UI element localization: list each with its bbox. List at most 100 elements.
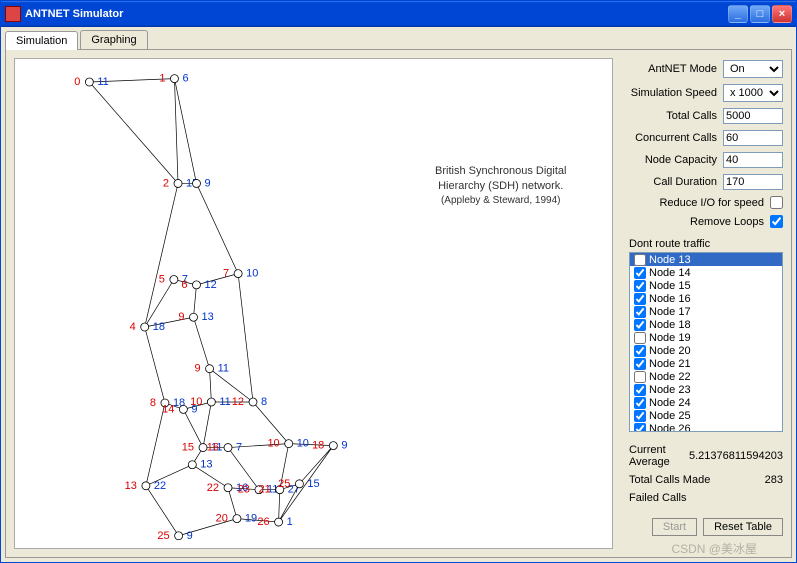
svg-text:7: 7	[236, 442, 242, 454]
total-calls-label: Total Calls	[629, 110, 717, 122]
svg-text:19: 19	[245, 513, 257, 525]
speed-select[interactable]: x 1000	[723, 84, 783, 102]
node-label: Node 14	[649, 267, 691, 279]
node-label: Node 15	[649, 280, 691, 292]
svg-text:10: 10	[246, 268, 258, 280]
svg-text:9: 9	[187, 530, 193, 542]
svg-text:15: 15	[182, 442, 194, 454]
svg-text:14: 14	[162, 403, 174, 415]
svg-text:4: 4	[130, 321, 136, 333]
node-label: Node 18	[649, 319, 691, 331]
node-label: Node 13	[649, 254, 691, 266]
failed-label: Failed Calls	[629, 492, 777, 504]
list-item[interactable]: Node 15	[630, 279, 782, 292]
list-item[interactable]: Node 19	[630, 331, 782, 344]
list-item[interactable]: Node 20	[630, 344, 782, 357]
svg-text:10: 10	[190, 396, 202, 408]
node-listbox[interactable]: Node 13Node 14Node 15Node 16Node 17Node …	[629, 252, 783, 432]
svg-text:22: 22	[207, 482, 219, 494]
svg-text:21: 21	[259, 484, 271, 496]
avg-value: 5.21376811594203	[689, 450, 783, 462]
duration-input[interactable]	[723, 174, 783, 190]
node-label: Node 19	[649, 332, 691, 344]
list-item[interactable]: Node 26	[630, 422, 782, 432]
capacity-label: Node Capacity	[629, 154, 717, 166]
list-item[interactable]: Node 23	[630, 383, 782, 396]
svg-text:10: 10	[267, 438, 279, 450]
svg-text:7: 7	[223, 268, 229, 280]
node-checkbox[interactable]	[634, 397, 646, 409]
svg-text:16: 16	[207, 442, 219, 454]
concurrent-input[interactable]	[723, 130, 783, 146]
total-calls-input[interactable]	[723, 108, 783, 124]
svg-text:1: 1	[159, 73, 165, 85]
svg-text:5: 5	[159, 274, 165, 286]
mode-select[interactable]: On	[723, 60, 783, 78]
list-item[interactable]: Node 17	[630, 305, 782, 318]
reset-button[interactable]: Reset Table	[703, 518, 783, 536]
node-checkbox[interactable]	[634, 293, 646, 305]
svg-text:20: 20	[216, 513, 228, 525]
svg-text:12: 12	[204, 279, 216, 291]
node-label: Node 24	[649, 397, 691, 409]
network-canvas[interactable]: 0111621595761271091341891181814910111281…	[14, 58, 613, 549]
node-label: Node 17	[649, 306, 691, 318]
list-item[interactable]: Node 24	[630, 396, 782, 409]
node-label: Node 16	[649, 293, 691, 305]
capacity-input[interactable]	[723, 152, 783, 168]
node-checkbox[interactable]	[634, 254, 646, 266]
tab-row: Simulation Graphing	[1, 27, 796, 49]
svg-text:13: 13	[202, 311, 214, 323]
svg-text:22: 22	[154, 480, 166, 492]
svg-text:6: 6	[181, 279, 187, 291]
caption-line1: British Synchronous Digital	[435, 164, 566, 179]
speed-label: Simulation Speed	[629, 87, 717, 99]
made-value: 283	[765, 474, 783, 486]
node-label: Node 26	[649, 423, 691, 433]
svg-text:8: 8	[261, 396, 267, 408]
node-label: Node 22	[649, 371, 691, 383]
minimize-button[interactable]: _	[728, 5, 748, 23]
node-checkbox[interactable]	[634, 319, 646, 331]
concurrent-label: Concurrent Calls	[629, 132, 717, 144]
list-item[interactable]: Node 25	[630, 409, 782, 422]
svg-text:23: 23	[238, 484, 250, 496]
titlebar[interactable]: ANTNET Simulator _ □ ×	[1, 1, 796, 27]
node-checkbox[interactable]	[634, 280, 646, 292]
svg-text:11: 11	[219, 396, 230, 408]
node-checkbox[interactable]	[634, 358, 646, 370]
node-checkbox[interactable]	[634, 410, 646, 422]
node-checkbox[interactable]	[634, 423, 646, 433]
app-icon	[5, 6, 21, 22]
node-checkbox[interactable]	[634, 371, 646, 383]
svg-text:25: 25	[278, 478, 290, 490]
svg-text:15: 15	[307, 478, 319, 490]
reduce-io-label: Reduce I/O for speed	[629, 197, 764, 209]
list-item[interactable]: Node 22	[630, 370, 782, 383]
list-item[interactable]: Node 13	[630, 253, 782, 266]
svg-text:11: 11	[97, 76, 108, 88]
node-checkbox[interactable]	[634, 332, 646, 344]
start-button[interactable]: Start	[652, 518, 697, 536]
maximize-button[interactable]: □	[750, 5, 770, 23]
list-item[interactable]: Node 16	[630, 292, 782, 305]
duration-label: Call Duration	[629, 176, 717, 188]
list-item[interactable]: Node 18	[630, 318, 782, 331]
node-checkbox[interactable]	[634, 306, 646, 318]
svg-text:1: 1	[287, 516, 293, 528]
node-checkbox[interactable]	[634, 384, 646, 396]
svg-text:10: 10	[297, 438, 309, 450]
remove-loops-checkbox[interactable]	[770, 215, 783, 228]
svg-text:18: 18	[153, 321, 165, 333]
window-title: ANTNET Simulator	[25, 8, 728, 20]
list-item[interactable]: Node 21	[630, 357, 782, 370]
svg-text:13: 13	[200, 459, 212, 471]
node-checkbox[interactable]	[634, 345, 646, 357]
close-button[interactable]: ×	[772, 5, 792, 23]
tab-simulation[interactable]: Simulation	[5, 31, 78, 50]
tab-graphing[interactable]: Graphing	[80, 30, 147, 49]
reduce-io-checkbox[interactable]	[770, 196, 783, 209]
node-checkbox[interactable]	[634, 267, 646, 279]
made-label: Total Calls Made	[629, 474, 759, 486]
list-item[interactable]: Node 14	[630, 266, 782, 279]
